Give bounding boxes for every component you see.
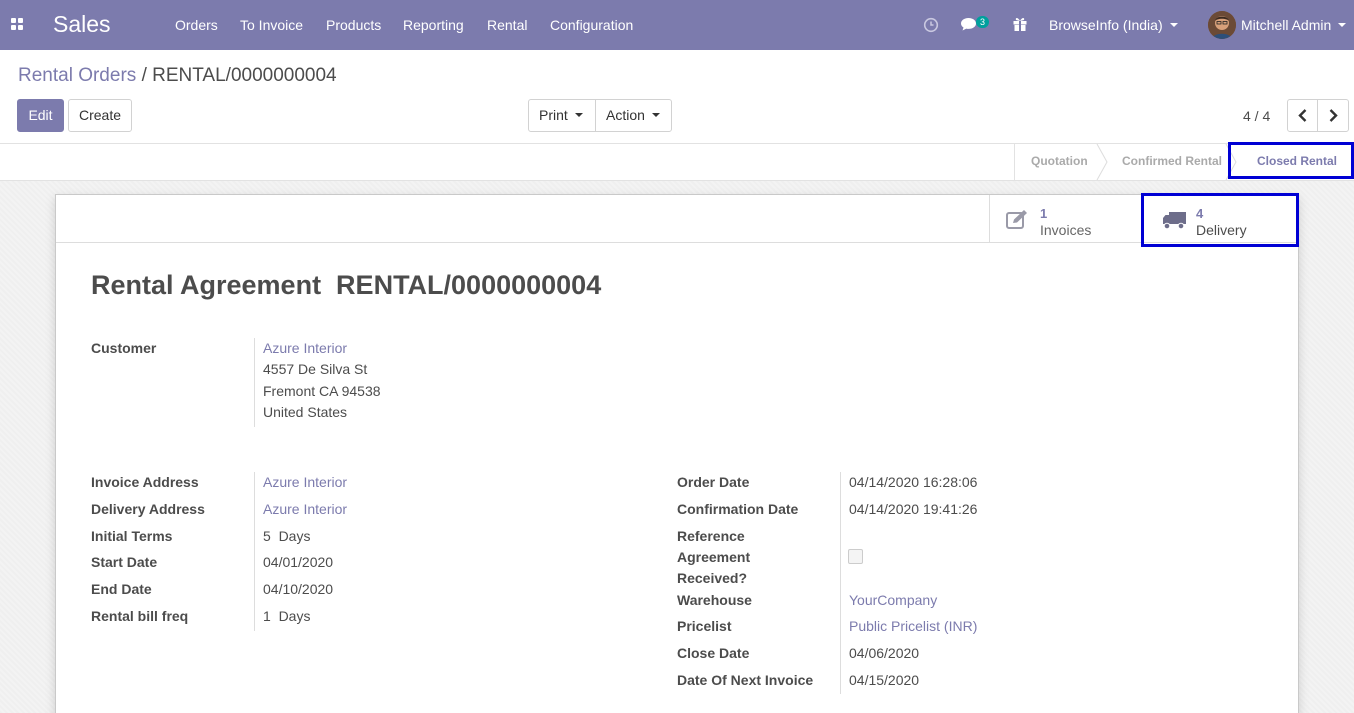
chat-icon[interactable] (960, 17, 977, 32)
close-date-value: 04/06/2020 (849, 645, 920, 661)
menu-products[interactable]: Products (326, 17, 381, 33)
customer-street: 4557 De Silva St (263, 361, 368, 377)
app-name[interactable]: Sales (53, 11, 111, 38)
stage-quotation[interactable]: Quotation (1031, 144, 1088, 180)
menu-orders[interactable]: Orders (175, 17, 218, 33)
end-date-value: 04/10/2020 (263, 581, 334, 597)
control-panel: Rental Orders / RENTAL/0000000004 Edit C… (0, 50, 1354, 144)
invoices-count: 1 (1040, 206, 1048, 221)
menu-rental[interactable]: Rental (487, 17, 527, 33)
invoice-address-link[interactable]: Azure Interior (263, 474, 347, 490)
breadcrumb-rental-orders[interactable]: Rental Orders (18, 65, 136, 86)
start-date-label: Start Date (91, 554, 158, 570)
delivery-address-link[interactable]: Azure Interior (263, 501, 347, 517)
user-avatar-image (1208, 11, 1236, 39)
stage-confirmed-rental[interactable]: Confirmed Rental (1122, 144, 1222, 180)
print-dropdown[interactable]: Print (528, 99, 596, 132)
status-divider (1014, 144, 1015, 180)
pager-next-button[interactable] (1317, 99, 1349, 132)
reference-agreement-checkbox[interactable] (848, 549, 863, 564)
reference-agreement-label-line3: Received? (677, 570, 748, 586)
gift-icon[interactable] (1012, 16, 1028, 32)
clock-icon[interactable] (923, 17, 939, 33)
pager-previous-button[interactable] (1287, 99, 1319, 132)
end-date-label: End Date (91, 581, 152, 597)
chevron-down-icon (651, 113, 660, 118)
customer-country: United States (263, 404, 348, 420)
customer-link[interactable]: Azure Interior (263, 340, 347, 356)
pricelist-label: Pricelist (677, 618, 732, 634)
rental-bill-freq-label: Rental bill freq (91, 608, 189, 624)
stage-arrow (1096, 144, 1108, 180)
field-divider (254, 472, 255, 631)
delivery-address-label: Delivery Address (91, 501, 205, 517)
order-date-label: Order Date (677, 474, 750, 490)
apps-grid-icon[interactable] (11, 18, 24, 31)
user-menu[interactable]: Mitchell Admin (1241, 17, 1347, 33)
chevron-down-icon (1169, 23, 1178, 28)
confirmation-date-value: 04/14/2020 19:41:26 (849, 501, 978, 517)
print-label: Print (539, 107, 568, 123)
reference-agreement-label-line2: Agreement (677, 549, 751, 565)
main-navbar: Sales Orders To Invoice Products Reporti… (0, 0, 1354, 50)
highlight-delivery-button (1141, 193, 1299, 247)
status-bar: Quotation Confirmed Rental Closed Rental (0, 144, 1354, 181)
rental-bill-freq-value: 1 Days (263, 608, 311, 624)
action-label: Action (606, 107, 645, 123)
company-switcher[interactable]: BrowseInfo (India) (1049, 17, 1178, 33)
invoice-address-label: Invoice Address (91, 474, 199, 490)
action-dropdown[interactable]: Action (595, 99, 672, 132)
pager-value[interactable]: 4 / 4 (1243, 108, 1270, 124)
warehouse-label: Warehouse (677, 592, 752, 608)
avatar[interactable] (1208, 11, 1236, 39)
user-name: Mitchell Admin (1241, 17, 1332, 33)
breadcrumb: Rental Orders / RENTAL/0000000004 (18, 65, 337, 87)
customer-label: Customer (91, 340, 157, 356)
pricelist-link[interactable]: Public Pricelist (INR) (849, 618, 977, 634)
breadcrumb-separator: / (141, 65, 147, 86)
menu-to-invoice[interactable]: To Invoice (240, 17, 303, 33)
warehouse-link[interactable]: YourCompany (849, 592, 937, 608)
next-invoice-date-value: 04/15/2020 (849, 672, 920, 688)
pencil-square-icon (1006, 210, 1027, 229)
order-date-value: 04/14/2020 16:28:06 (849, 474, 978, 490)
highlight-closed-rental (1228, 142, 1354, 179)
confirmation-date-label: Confirmation Date (677, 501, 799, 517)
reference-agreement-label-line1: Reference (677, 528, 745, 544)
invoices-smart-button[interactable]: 1 Invoices (989, 195, 1143, 243)
edit-button[interactable]: Edit (17, 99, 64, 132)
initial-terms-label: Initial Terms (91, 528, 173, 544)
chevron-down-icon (574, 113, 583, 118)
invoices-label: Invoices (1040, 222, 1092, 238)
create-button[interactable]: Create (68, 99, 132, 132)
start-date-value: 04/01/2020 (263, 554, 334, 570)
next-invoice-date-label: Date Of Next Invoice (677, 672, 814, 688)
menu-reporting[interactable]: Reporting (403, 17, 464, 33)
smart-button-box: 1 Invoices 4 Delivery (56, 195, 1298, 243)
form-title: Rental Agreement RENTAL/0000000004 (91, 270, 602, 300)
chevron-right-icon (1329, 109, 1338, 122)
field-divider (254, 338, 255, 427)
initial-terms-value: 5 Days (263, 528, 311, 544)
chevron-left-icon (1298, 109, 1307, 122)
close-date-label: Close Date (677, 645, 750, 661)
menu-configuration[interactable]: Configuration (550, 17, 633, 33)
breadcrumb-current: RENTAL/0000000004 (152, 65, 337, 86)
chevron-down-icon (1338, 23, 1347, 28)
customer-city: Fremont CA 94538 (263, 383, 381, 399)
field-divider (840, 472, 841, 694)
company-name: BrowseInfo (India) (1049, 17, 1163, 33)
message-count-badge: 3 (976, 16, 989, 28)
